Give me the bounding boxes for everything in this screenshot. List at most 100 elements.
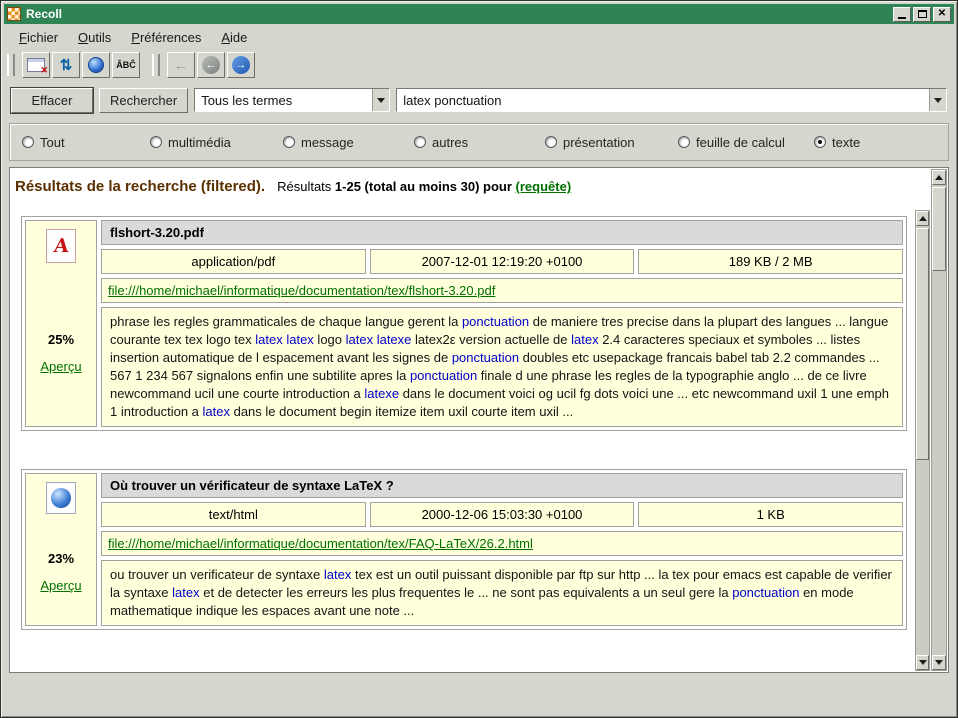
- match-type-dropdown-button[interactable]: [372, 89, 389, 111]
- clear-search-icon: [27, 58, 45, 72]
- clear-button[interactable]: Effacer: [11, 88, 93, 113]
- menubar: FichierOutilsPréférencesAide: [5, 26, 953, 48]
- preview-link[interactable]: Aperçu: [40, 359, 81, 374]
- search-term-highlight: latexe: [364, 386, 399, 401]
- toolbar: ÂBĈ: [7, 50, 255, 80]
- minimize-icon: [898, 17, 906, 19]
- scroll-down-icon[interactable]: [916, 655, 929, 670]
- query-link[interactable]: (requête): [516, 179, 572, 194]
- result-entry[interactable]: 25%Aperçuflshort-3.20.pdfapplication/pdf…: [21, 216, 907, 431]
- search-term-highlight: latex: [172, 585, 199, 600]
- filter-multimedia[interactable]: multimédia: [150, 135, 283, 150]
- filter-autres[interactable]: autres: [414, 135, 545, 150]
- results-range: 1-25 (total au moins 30) pour: [335, 179, 512, 194]
- menu-outils[interactable]: Outils: [70, 28, 119, 47]
- radio-icon: [814, 136, 826, 148]
- search-term-highlight: ponctuation: [732, 585, 799, 600]
- close-icon: ✕: [938, 9, 946, 19]
- next-page-icon: [232, 56, 250, 74]
- results-panel: Résultats de la recherche (filtered). Rés…: [9, 167, 949, 673]
- window-controls: ✕: [893, 7, 951, 22]
- search-button[interactable]: Rechercher: [99, 88, 188, 113]
- filter-label: message: [301, 135, 354, 150]
- toolbar-first-page-button[interactable]: [167, 52, 195, 78]
- toolbar-term-explorer-button[interactable]: ÂBĈ: [112, 52, 140, 78]
- filter-presentation[interactable]: présentation: [545, 135, 678, 150]
- toolbar-prev-page-button[interactable]: [197, 52, 225, 78]
- window-title: Recoll: [26, 7, 888, 21]
- toolbar-clear-search-button[interactable]: [22, 52, 50, 78]
- recoll-app-icon: [7, 7, 21, 21]
- scrollbar-thumb[interactable]: [916, 228, 929, 460]
- match-type-value: Tous les termes: [195, 93, 372, 108]
- scrollbar-thumb[interactable]: [932, 187, 946, 271]
- prev-page-icon: [202, 56, 220, 74]
- menu-fichier[interactable]: Fichier: [11, 28, 66, 47]
- query-input[interactable]: latex ponctuation: [396, 88, 947, 112]
- result-mime-type: text/html: [101, 502, 366, 527]
- minimize-button[interactable]: [893, 7, 911, 22]
- filter-tout[interactable]: Tout: [22, 135, 150, 150]
- titlebar[interactable]: Recoll ✕: [4, 4, 954, 24]
- filter-label: feuille de calcul: [696, 135, 785, 150]
- results-header: Résultats de la recherche (filtered). Rés…: [11, 169, 930, 209]
- radio-icon: [678, 136, 690, 148]
- close-button[interactable]: ✕: [933, 7, 951, 22]
- results-list: 25%Aperçuflshort-3.20.pdfapplication/pdf…: [11, 210, 915, 671]
- scroll-up-icon[interactable]: [932, 170, 946, 185]
- preview-link[interactable]: Aperçu: [40, 578, 81, 593]
- result-date: 2000-12-06 15:03:30 +0100: [370, 502, 635, 527]
- result-title: Où trouver un vérificateur de syntaxe La…: [101, 473, 903, 498]
- result-size: 1 KB: [638, 502, 903, 527]
- toolbar-next-page-button[interactable]: [227, 52, 255, 78]
- html-file-icon: [46, 482, 76, 514]
- match-type-select[interactable]: Tous les termes: [194, 88, 390, 112]
- menu-preferences[interactable]: Préférences: [123, 28, 209, 47]
- results-summary: Résultats 1-25 (total au moins 30) pour …: [277, 179, 571, 194]
- radio-icon: [283, 136, 295, 148]
- result-url-link[interactable]: file:///home/michael/informatique/docume…: [108, 536, 533, 551]
- search-term-highlight: ponctuation: [452, 350, 519, 365]
- search-term-highlight: latex latexe: [346, 332, 412, 347]
- radio-icon: [414, 136, 426, 148]
- radio-icon: [150, 136, 162, 148]
- filter-label: multimédia: [168, 135, 231, 150]
- search-term-highlight: latex: [324, 567, 351, 582]
- toolbar-update-index-button[interactable]: [52, 52, 80, 78]
- search-term-highlight: latex latex: [255, 332, 314, 347]
- toolbar-doc-history-button[interactable]: [82, 52, 110, 78]
- recoll-window: Recoll ✕ FichierOutilsPréférencesAide ÂB…: [0, 0, 958, 718]
- maximize-icon: [918, 10, 927, 18]
- result-entry[interactable]: 23% Aperçu Où trouver un vérificateur de s…: [21, 469, 907, 630]
- results-panel-scrollbar[interactable]: [931, 169, 947, 671]
- filter-label: présentation: [563, 135, 635, 150]
- chevron-down-icon: [377, 98, 385, 103]
- search-term-highlight: latex: [571, 332, 598, 347]
- query-history-dropdown-button[interactable]: [929, 89, 946, 111]
- scroll-down-icon[interactable]: [932, 655, 946, 670]
- filter-label: Tout: [40, 135, 65, 150]
- filter-label: autres: [432, 135, 468, 150]
- relevance-percent: 23%: [48, 551, 74, 566]
- result-size: 189 KB / 2 MB: [638, 249, 903, 274]
- filter-feuille-de-calcul[interactable]: feuille de calcul: [678, 135, 814, 150]
- result-url-link[interactable]: file:///home/michael/informatique/docume…: [108, 283, 495, 298]
- filter-texte[interactable]: texte: [814, 135, 936, 150]
- result-date: 2007-12-01 12:19:20 +0100: [370, 249, 635, 274]
- doc-history-icon: [88, 57, 104, 73]
- results-list-scrollbar[interactable]: [915, 210, 930, 671]
- maximize-button[interactable]: [913, 7, 931, 22]
- filter-message[interactable]: message: [283, 135, 414, 150]
- scroll-up-icon[interactable]: [916, 211, 929, 226]
- results-title: Résultats de la recherche (filtered).: [15, 178, 265, 195]
- query-value: latex ponctuation: [397, 93, 929, 108]
- scrollbar-track[interactable]: [916, 226, 929, 655]
- menu-aide[interactable]: Aide: [213, 28, 255, 47]
- category-filter-bar: Tout multimédia message autres présentation f…: [9, 123, 949, 161]
- term-explorer-icon: ÂBĈ: [116, 60, 136, 70]
- search-row: Effacer Rechercher Tous les termes latex…: [11, 87, 947, 113]
- chevron-down-icon: [934, 98, 942, 103]
- result-title: flshort-3.20.pdf: [101, 220, 903, 245]
- result-mime-type: application/pdf: [101, 249, 366, 274]
- scrollbar-track[interactable]: [932, 185, 946, 655]
